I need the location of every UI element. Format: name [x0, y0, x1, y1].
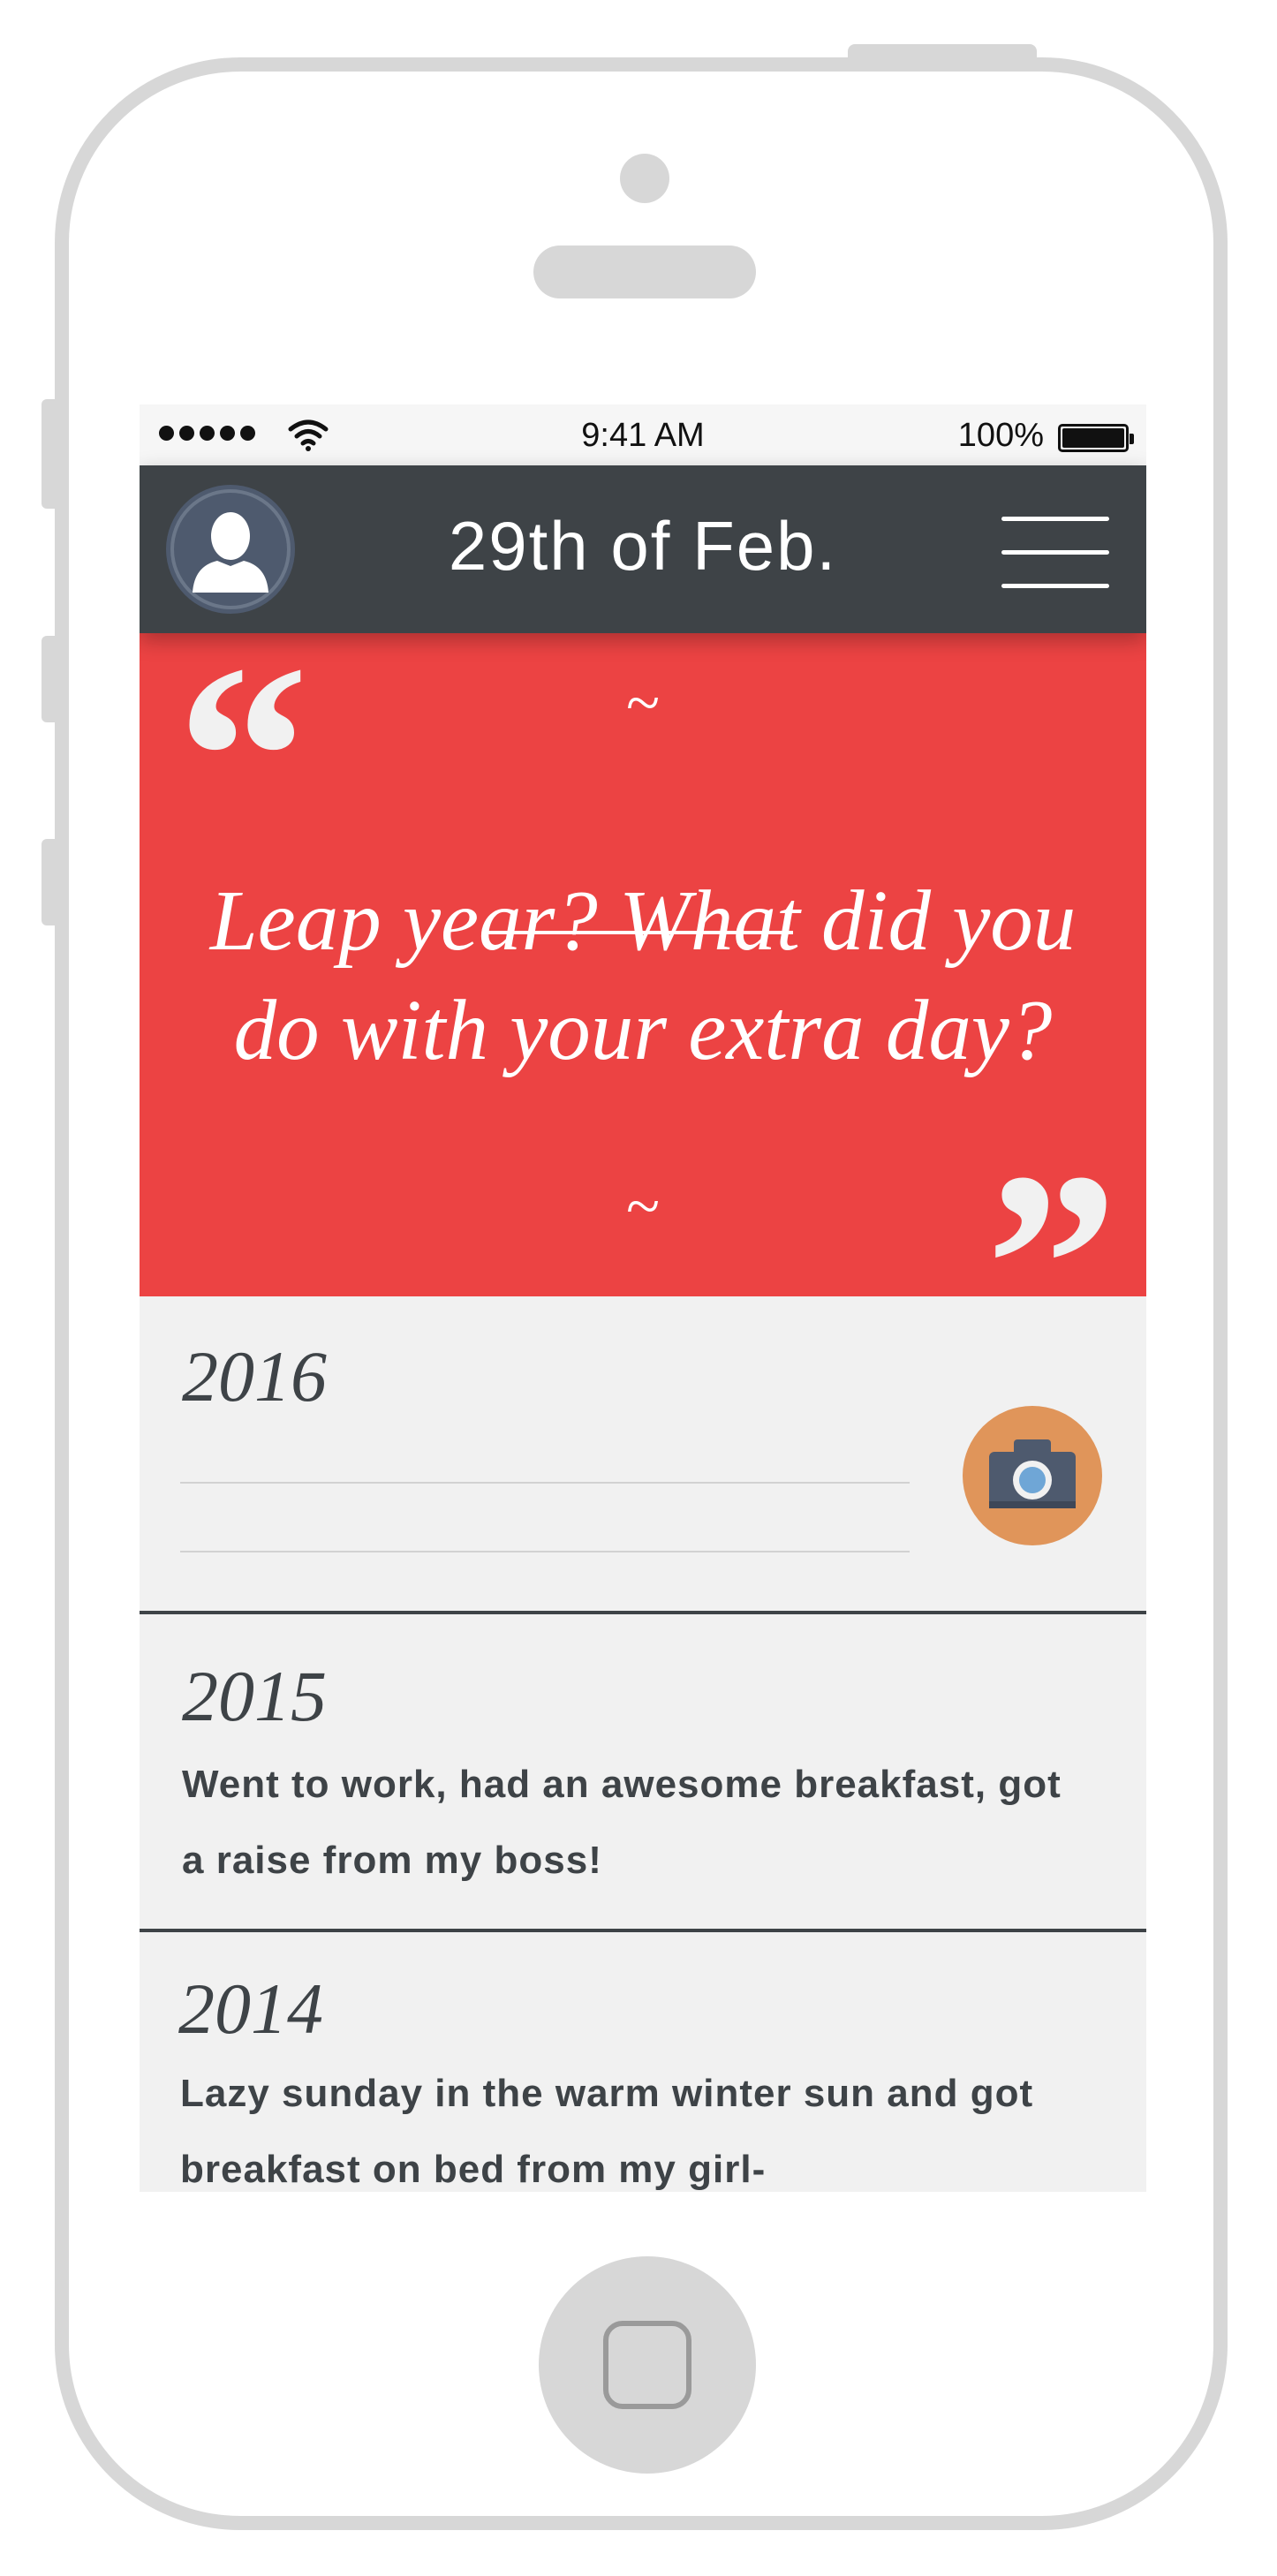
earpiece-speaker	[533, 246, 756, 298]
entry-text: Lazy sunday in the warm winter sun and g…	[180, 2072, 1034, 2191]
home-button[interactable]	[539, 2256, 756, 2474]
entry-year: 2016	[182, 1336, 327, 1416]
home-square-icon	[603, 2321, 691, 2409]
nav-bar: 29th of Feb.	[140, 465, 1146, 633]
entry-year: 2014	[178, 1968, 323, 2049]
page-title: 29th of Feb.	[448, 507, 838, 585]
app-screen: 9:41 AM 100% 29th of Feb. “ ~ Leap year?…	[140, 404, 1146, 2192]
list-item[interactable]: 2015 Went to work, had an awesome breakf…	[140, 1614, 1146, 1932]
battery-icon	[1058, 424, 1134, 452]
battery-percent: 100%	[957, 417, 1044, 454]
entry-year: 2015	[182, 1656, 327, 1736]
list-item[interactable]: 2014 Lazy sunday in the warm winter sun …	[140, 1932, 1146, 2192]
front-camera	[620, 154, 669, 203]
hamburger-menu-icon[interactable]	[1001, 517, 1109, 589]
top-tilde-ornament: ~	[626, 669, 660, 737]
daily-question: Leap year? What did you do with your ext…	[209, 873, 1077, 1077]
open-quote-icon: “	[177, 610, 309, 903]
add-photo-button[interactable]	[963, 1406, 1102, 1545]
top-divider-line	[487, 931, 793, 934]
empty-entry-line[interactable]	[180, 1551, 910, 1552]
empty-entry-line[interactable]	[180, 1482, 910, 1484]
list-item[interactable]: 2016	[140, 1296, 1146, 1614]
year-entries-list: 2016 2015 Went to work, had an awesome b…	[140, 1296, 1146, 2192]
status-bar: 9:41 AM 100%	[140, 404, 1146, 465]
quote-panel: “ ~ Leap year? What did you do with your…	[140, 624, 1146, 1397]
camera-icon	[989, 1439, 1076, 1508]
entry-text: Went to work, had an awesome breakfast, …	[182, 1763, 1062, 1882]
